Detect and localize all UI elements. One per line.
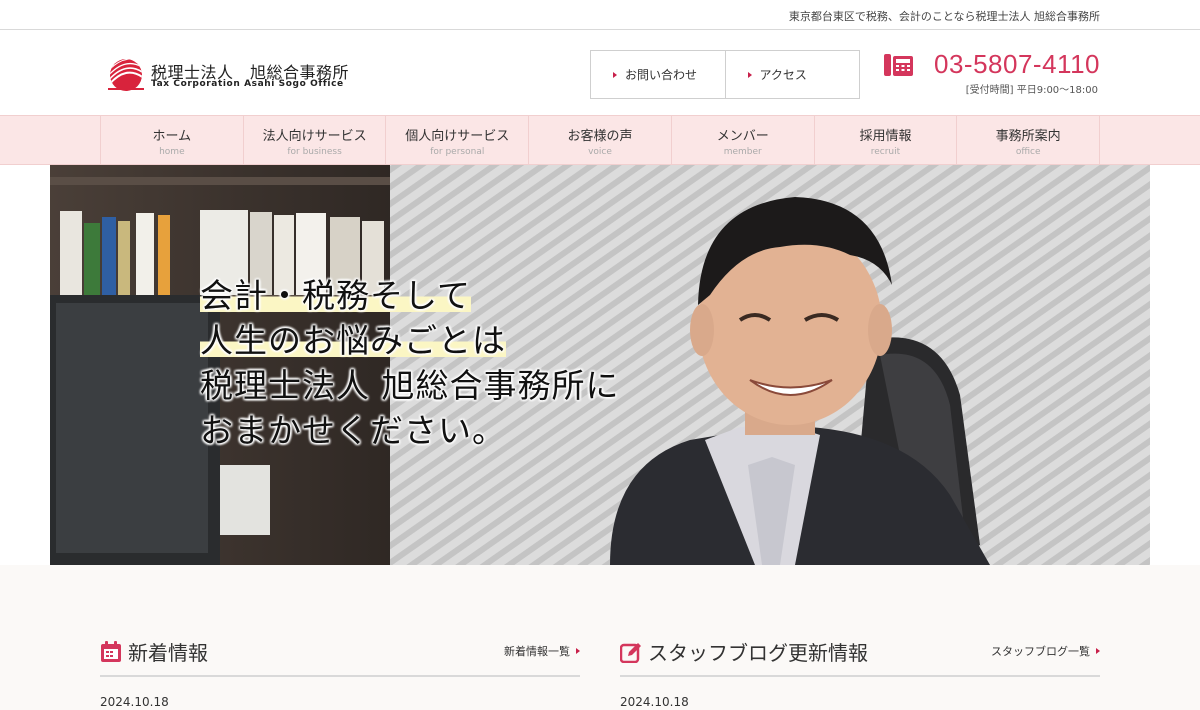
access-link-label: アクセス [759, 68, 807, 82]
triangle-right-icon [1096, 648, 1100, 654]
blog-header: スタッフブログ更新情報 スタッフブログ一覧 [620, 637, 1100, 677]
site-tagline: 東京都台東区で税務、会計のことなら税理士法人 旭総合事務所 [788, 10, 1100, 23]
hero-line-2: 人生のお悩みごとは [200, 321, 506, 360]
nav-item-business[interactable]: 法人向けサービス for business [244, 116, 387, 164]
nav-item-member[interactable]: メンバー member [672, 116, 815, 164]
hero-line-1: 会計・税務そして [200, 276, 472, 315]
hero-line-3: 税理士法人 旭総合事務所に [200, 366, 620, 405]
news-title: 新着情報 [128, 641, 208, 665]
global-nav-bar: ホーム home 法人向けサービス for business 個人向けサービス for… [0, 115, 1200, 165]
nav-label: 法人向けサービス [262, 129, 367, 144]
nav-sublabel: voice [588, 147, 612, 157]
nav-label: メンバー [716, 129, 769, 144]
news-item-date: 2024.10.18 [100, 695, 169, 709]
nav-label: ホーム [152, 129, 192, 144]
nav-sublabel: home [159, 147, 185, 157]
nav-sublabel: for personal [430, 147, 485, 157]
edit-icon [620, 643, 641, 663]
nav-item-recruit[interactable]: 採用情報 recruit [815, 116, 958, 164]
news-list-link[interactable]: 新着情報一覧 [504, 643, 580, 659]
business-hours: [受付時間] 平日9:00～18:00 [965, 85, 1098, 96]
nav-sublabel: member [723, 147, 762, 157]
triangle-right-icon [613, 71, 617, 78]
nav-item-home[interactable]: ホーム home [101, 116, 244, 164]
logo-name-en: Tax Corporation Asahi Sogo Office [151, 79, 344, 89]
nav-label: 採用情報 [859, 129, 912, 144]
blog-title: スタッフブログ更新情報 [648, 641, 868, 665]
hero-banner: 会計・税務そして 人生のお悩みごとは 税理士法人 旭総合事務所に おまかせくださ… [50, 165, 1150, 565]
nav-sublabel: for business [287, 147, 342, 157]
global-nav: ホーム home 法人向けサービス for business 個人向けサービス for… [100, 116, 1101, 164]
header-links: お問い合わせ アクセス [590, 50, 860, 99]
news-header: 新着情報 新着情報一覧 [100, 637, 580, 677]
news-list-label: 新着情報一覧 [504, 645, 570, 658]
site-logo[interactable]: 税理士法人 旭総合事務所 Tax Corporation Asahi Sogo … [105, 55, 365, 95]
top-bar: 東京都台東区で税務、会計のことなら税理士法人 旭総合事務所 [0, 0, 1200, 30]
contact-link[interactable]: お問い合わせ [591, 51, 725, 98]
triangle-right-icon [576, 648, 580, 654]
calendar-icon [101, 641, 121, 662]
rising-sun-logo-icon [108, 59, 144, 91]
phone-number[interactable]: 03-5807-4110 [934, 49, 1100, 80]
phone-contact: 03-5807-4110 [受付時間] 平日9:00～18:00 [884, 49, 1100, 96]
nav-sublabel: recruit [870, 147, 901, 157]
blog-panel: スタッフブログ更新情報 スタッフブログ一覧 2024.10.18 [620, 637, 1100, 709]
content-section: 新着情報 新着情報一覧 2024.10.18 スタッフブログ更新情報 スタッフブ… [0, 565, 1200, 710]
nav-label: 事務所案内 [995, 129, 1061, 144]
contact-link-label: お問い合わせ [625, 68, 698, 82]
blog-item-date: 2024.10.18 [620, 695, 689, 709]
blog-list-link[interactable]: スタッフブログ一覧 [991, 643, 1100, 659]
nav-label: お客様の声 [567, 129, 633, 144]
access-link[interactable]: アクセス [724, 51, 860, 98]
nav-item-personal[interactable]: 個人向けサービス for personal [386, 116, 530, 164]
news-panel: 新着情報 新着情報一覧 2024.10.18 [100, 637, 580, 709]
nav-item-voice[interactable]: お客様の声 voice [529, 116, 672, 164]
hero-headline: 会計・税務そして 人生のお悩みごとは 税理士法人 旭総合事務所に おまかせくださ… [200, 273, 620, 453]
triangle-right-icon [747, 71, 752, 78]
telephone-icon [884, 54, 913, 76]
nav-item-office[interactable]: 事務所案内 office [957, 116, 1101, 164]
blog-list-label: スタッフブログ一覧 [991, 645, 1090, 658]
nav-sublabel: office [1015, 147, 1041, 157]
nav-label: 個人向けサービス [405, 129, 510, 144]
hero-line-4: おまかせください。 [200, 411, 506, 450]
